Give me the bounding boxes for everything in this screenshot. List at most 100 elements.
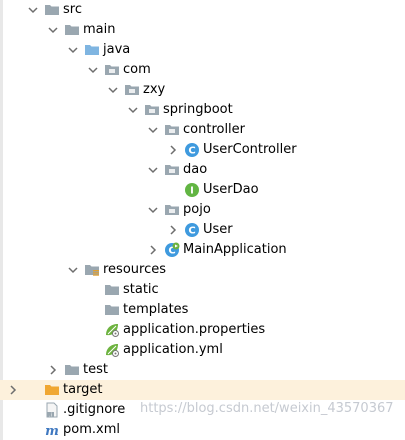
chevron-down-icon[interactable] — [147, 164, 159, 176]
tree-gutter — [0, 400, 3, 420]
tree-gutter — [0, 220, 3, 240]
tree-node-label: dao — [183, 162, 208, 177]
chevron-down-icon[interactable] — [147, 204, 159, 216]
tree-node-test[interactable]: test — [0, 360, 405, 380]
tree-node-pojo[interactable]: pojo — [0, 200, 405, 220]
tree-gutter — [0, 320, 3, 340]
tree-gutter — [0, 40, 3, 60]
tree-node-java[interactable]: java — [0, 40, 405, 60]
chevron-down-icon[interactable] — [107, 84, 119, 96]
chevron-right-icon[interactable] — [7, 384, 19, 396]
folder-icon — [65, 25, 79, 35]
tree-node-target[interactable]: target — [0, 380, 405, 400]
tree-gutter — [0, 80, 3, 100]
chevron-right-icon[interactable] — [167, 224, 179, 236]
tree-node-label: pom.xml — [63, 422, 120, 437]
tree-node-pom[interactable]: m pom.xml — [0, 420, 405, 440]
tree-gutter — [0, 420, 3, 440]
tree-node-springboot[interactable]: springboot — [0, 100, 405, 120]
tree-gutter — [0, 240, 3, 260]
svg-text:I: I — [190, 186, 194, 197]
tree-node-templates[interactable]: templates — [0, 300, 405, 320]
tree-node-label: java — [103, 42, 131, 57]
tree-node-controller[interactable]: controller — [0, 120, 405, 140]
tree-node-resources[interactable]: resources — [0, 260, 405, 280]
folder-icon — [105, 305, 119, 315]
package-folder-icon — [165, 205, 179, 215]
spring-config-icon — [106, 324, 119, 337]
tree-node-dao[interactable]: dao — [0, 160, 405, 180]
package-folder-icon — [125, 85, 139, 95]
package-folder-icon — [145, 105, 159, 115]
tree-node-label: resources — [103, 262, 167, 277]
tree-node-label: .gitignore — [63, 402, 126, 417]
tree-gutter — [0, 0, 3, 20]
chevron-down-icon[interactable] — [147, 124, 159, 136]
package-folder-icon — [105, 65, 119, 75]
tree-node-static[interactable]: static — [0, 280, 405, 300]
tree-node-label: pojo — [183, 202, 211, 217]
svg-text:C: C — [188, 226, 195, 237]
chevron-down-icon[interactable] — [27, 4, 39, 16]
chevron-right-icon[interactable] — [167, 144, 179, 156]
tree-gutter — [0, 120, 3, 140]
java-class-icon: C — [185, 223, 199, 237]
tree-node-src[interactable]: src — [0, 0, 405, 20]
tree-node-label: target — [63, 382, 103, 397]
tree-gutter — [0, 100, 3, 120]
tree-node-label: zxy — [143, 82, 166, 97]
tree-node-main[interactable]: main — [0, 20, 405, 40]
spring-config-icon — [106, 344, 119, 357]
chevron-down-icon[interactable] — [127, 104, 139, 116]
chevron-right-icon[interactable] — [147, 244, 159, 256]
tree-node-label: UserDao — [203, 182, 259, 197]
tree-node-label: springboot — [163, 102, 233, 117]
tree-gutter — [0, 280, 3, 300]
tree-gutter — [0, 200, 3, 220]
chevron-down-icon[interactable] — [87, 64, 99, 76]
excluded-folder-icon — [45, 385, 59, 395]
tree-node-label: templates — [123, 302, 189, 317]
tree-node-label: controller — [183, 122, 246, 137]
chevron-down-icon[interactable] — [67, 264, 79, 276]
tree-gutter — [0, 360, 3, 380]
tree-node-com[interactable]: com — [0, 60, 405, 80]
tree-node-label: static — [123, 282, 159, 297]
svg-text:C: C — [188, 146, 195, 157]
svg-text:.i: .i — [49, 412, 52, 418]
folder-icon — [65, 365, 79, 375]
tree-node-user[interactable]: C User — [0, 220, 405, 240]
spring-boot-application-icon: C — [165, 242, 180, 257]
tree-node-user-controller[interactable]: C UserController — [0, 140, 405, 160]
tree-node-application-properties[interactable]: application.properties — [0, 320, 405, 340]
folder-icon — [45, 5, 59, 15]
tree-gutter — [0, 60, 3, 80]
java-class-icon: C — [185, 143, 199, 157]
chevron-down-icon[interactable] — [67, 44, 79, 56]
folder-icon — [105, 285, 119, 295]
package-folder-icon — [165, 165, 179, 175]
tree-node-label: application.properties — [123, 322, 266, 337]
tree-gutter — [0, 160, 3, 180]
tree-node-user-dao[interactable]: I UserDao — [0, 180, 405, 200]
project-tree: src main java com zxy springboot control… — [0, 0, 405, 440]
gitignore-file-icon: .i — [46, 402, 58, 418]
chevron-down-icon[interactable] — [47, 24, 59, 36]
tree-gutter — [0, 300, 3, 320]
resources-folder-icon — [85, 265, 99, 276]
watermark-text: https://blog.csdn.net/weixin_43570367 — [140, 401, 394, 416]
tree-node-zxy[interactable]: zxy — [0, 80, 405, 100]
tree-node-label: test — [83, 362, 108, 377]
tree-gutter — [0, 180, 3, 200]
tree-node-label: com — [123, 62, 151, 77]
tree-node-application-yml[interactable]: application.yml — [0, 340, 405, 360]
package-folder-icon — [165, 125, 179, 135]
tree-gutter — [0, 140, 3, 160]
tree-node-label: User — [203, 222, 233, 237]
tree-gutter — [0, 20, 3, 40]
source-root-folder-icon — [85, 45, 99, 55]
chevron-right-icon[interactable] — [47, 364, 59, 376]
maven-pom-icon: m — [45, 424, 59, 438]
tree-gutter — [0, 260, 3, 280]
tree-node-main-application[interactable]: C MainApplication — [0, 240, 405, 260]
